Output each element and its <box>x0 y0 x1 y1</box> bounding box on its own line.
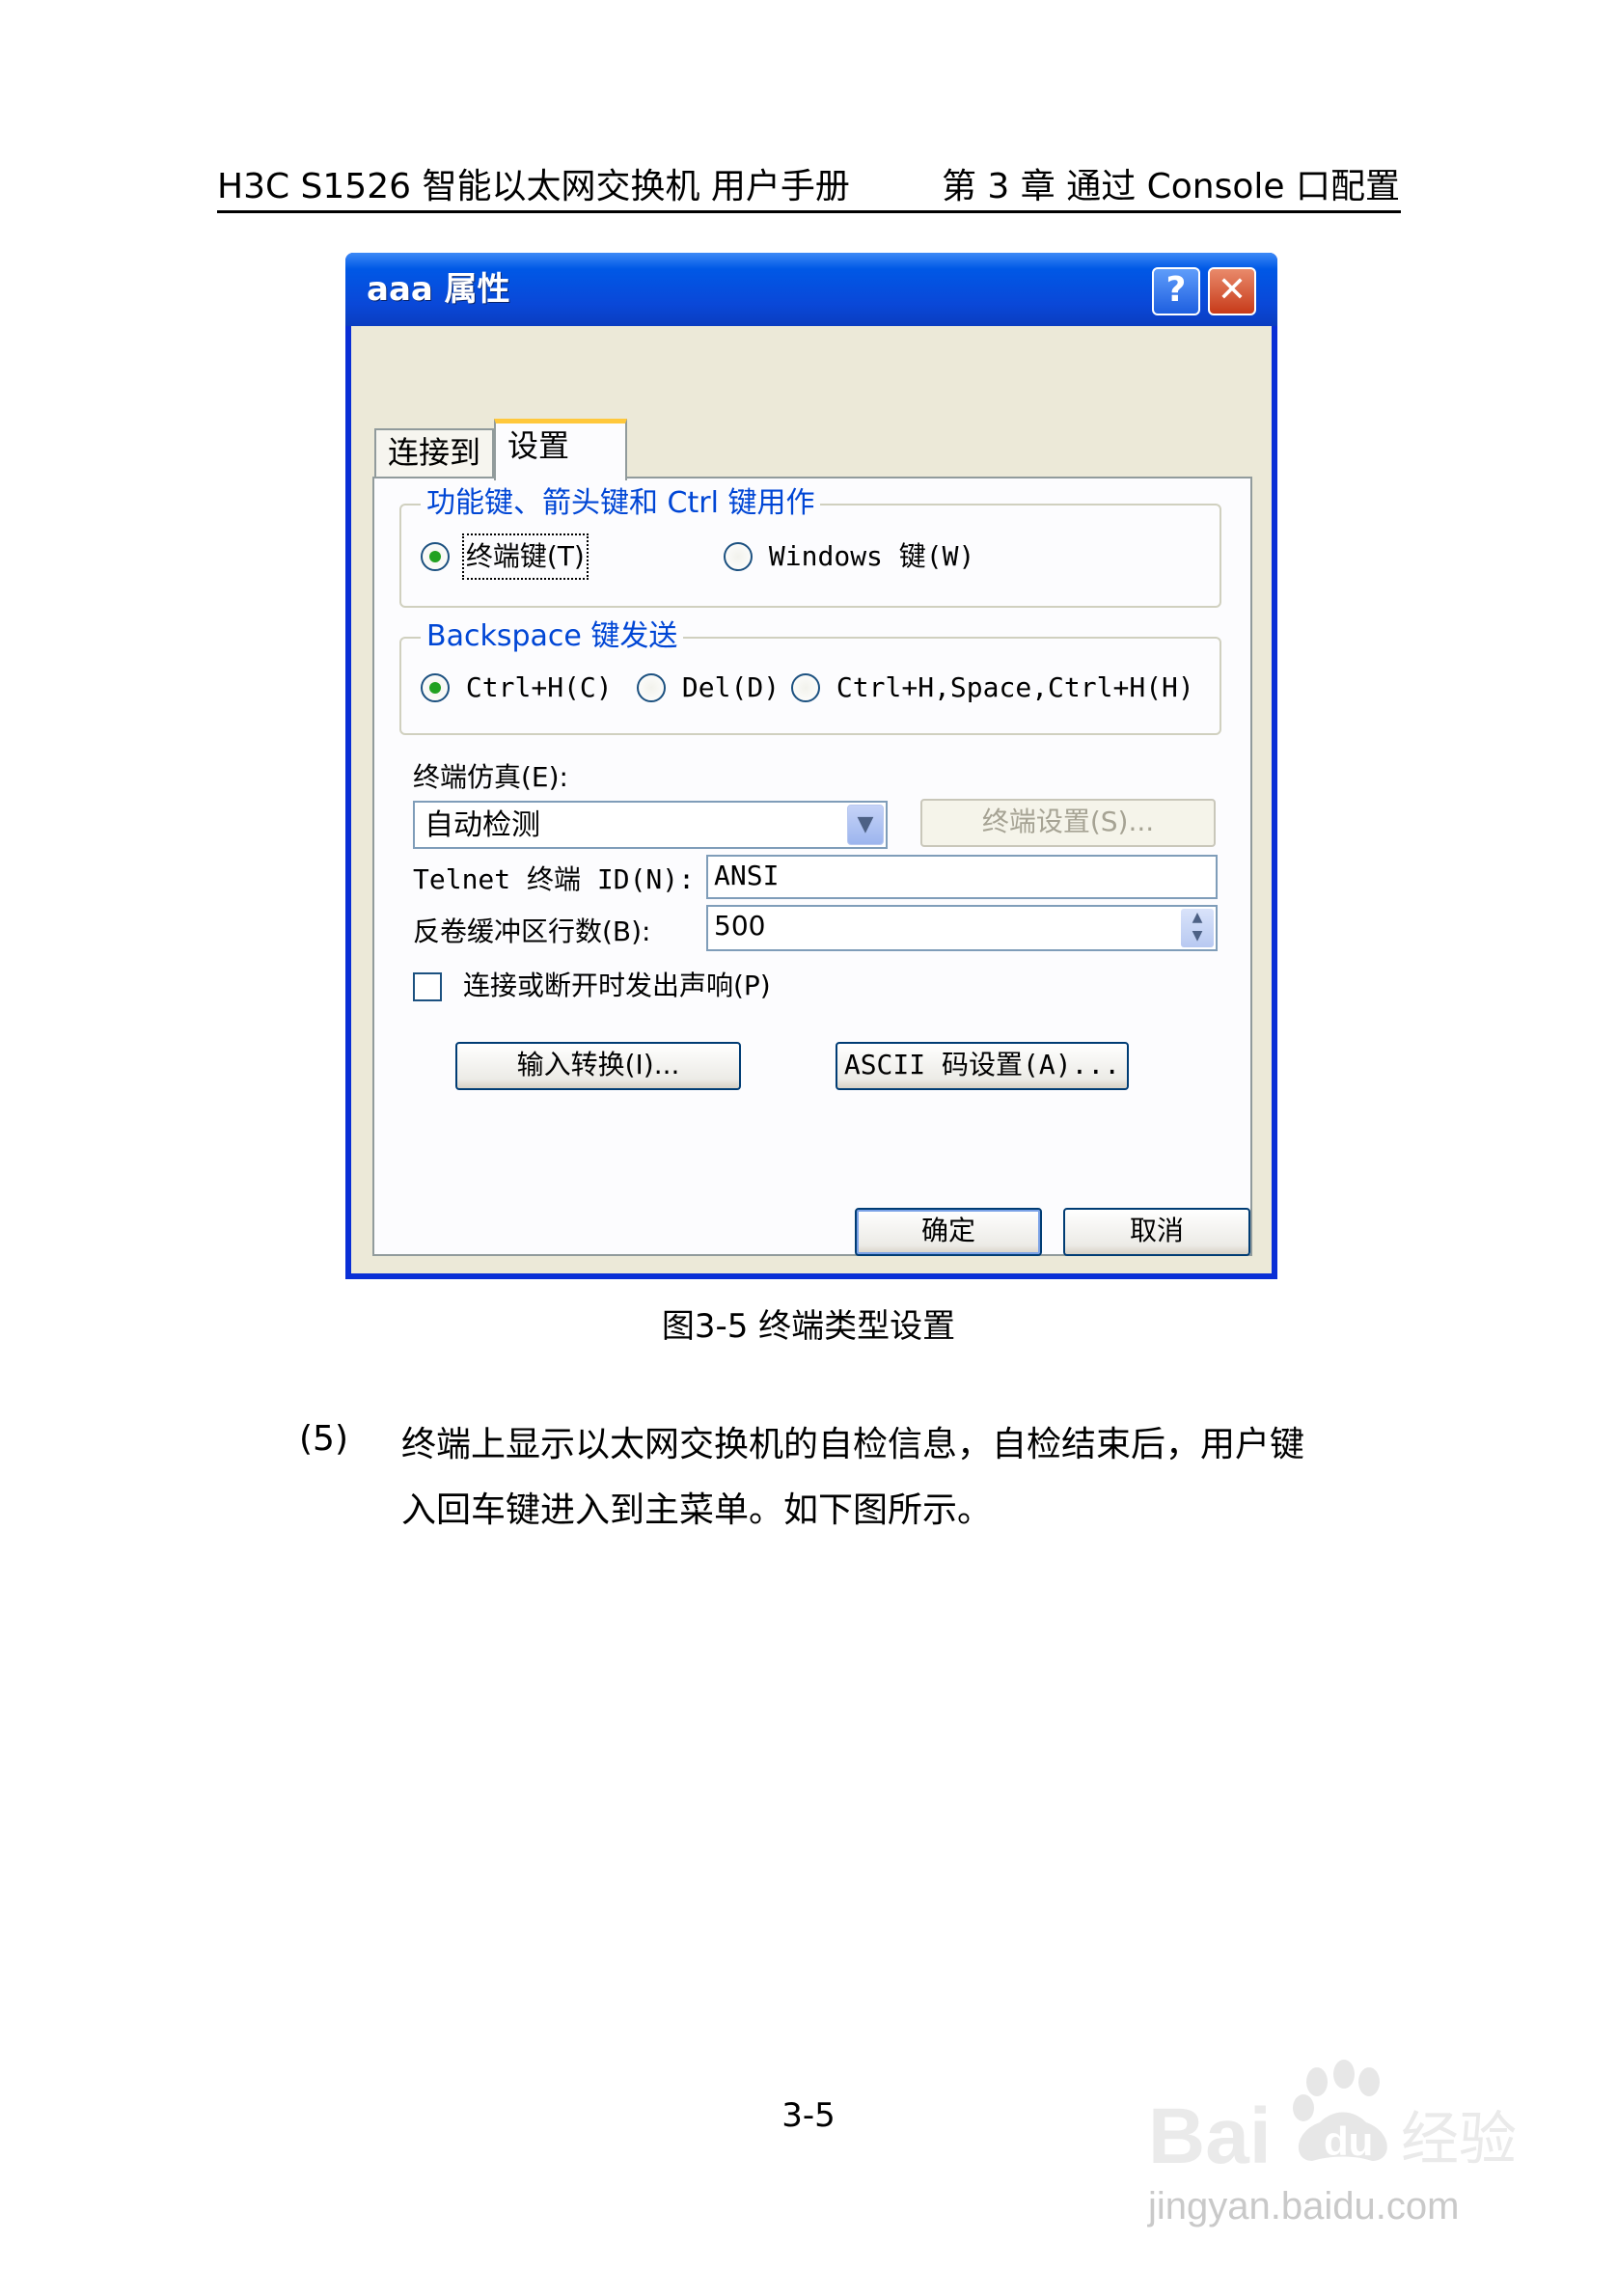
radio-unchecked-icon <box>791 673 820 702</box>
radio-unchecked-icon <box>724 542 753 571</box>
tab-connect[interactable]: 连接到 <box>374 428 494 478</box>
ok-button[interactable]: 确定 <box>855 1208 1042 1256</box>
baidu-jingyan-watermark-logo: Bai du 经验 <box>1148 2060 1517 2180</box>
radio-ctrl-h-space[interactable]: Ctrl+H,Space,Ctrl+H(H) <box>791 668 1194 706</box>
spinner-arrows-icon[interactable]: ▲ ▼ <box>1181 909 1214 947</box>
dialog-client: 连接到 设置 功能键、箭头键和 Ctrl 键用作 终端键(T) Windows … <box>351 326 1272 1273</box>
radio-checked-icon <box>421 673 450 702</box>
tab-settings[interactable]: 设置 <box>494 419 627 480</box>
properties-dialog: aaa 属性 ? ✕ 连接到 设置 功能键、箭头键和 Ctrl 键用作 终端键(… <box>345 253 1277 1279</box>
buffer-rows-label: 反卷缓冲区行数(B): <box>413 916 651 947</box>
svg-text:经验: 经验 <box>1401 2106 1517 2173</box>
step-line-1: 终端上显示以太网交换机的自检信息，自检结束后，用户键 <box>401 1425 1305 1464</box>
header-rule <box>217 210 1401 213</box>
beep-label: 连接或断开时发出声响(P) <box>463 970 771 1001</box>
radio-ctrl-h[interactable]: Ctrl+H(C) <box>421 668 613 706</box>
radio-unchecked-icon <box>637 673 666 702</box>
chevron-down-icon[interactable]: ▼ <box>847 805 884 845</box>
svg-text:du: du <box>1324 2118 1373 2164</box>
header-right: 第 3 章 通过 Console 口配置 <box>941 167 1400 206</box>
ascii-setup-button[interactable]: ASCII 码设置(A)... <box>836 1042 1129 1090</box>
backspace-group-title: Backspace 键发送 <box>421 615 684 658</box>
step-line-2: 入回车键进入到主菜单。如下图所示。 <box>401 1490 993 1530</box>
beep-checkbox[interactable] <box>413 972 442 1001</box>
close-icon[interactable]: ✕ <box>1208 267 1256 315</box>
telnet-id-field[interactable]: ANSI <box>706 855 1218 899</box>
emulation-value: 自动检测 <box>425 808 540 842</box>
telnet-id-label: Telnet 终端 ID(N): <box>413 863 696 895</box>
radio-checked-icon <box>421 542 450 571</box>
input-translation-button[interactable]: 输入转换(I)... <box>455 1042 741 1090</box>
backspace-group: Backspace 键发送 Ctrl+H(C) Del(D) Ctrl+H,Sp… <box>399 615 1221 735</box>
radio-windows-keys[interactable]: Windows 键(W) <box>724 536 974 575</box>
radio-label: Windows 键(W) <box>768 540 975 572</box>
watermark-url: jingyan.baidu.com <box>1148 2185 1460 2228</box>
figure-caption: 图3-5 终端类型设置 <box>661 1307 956 1346</box>
settings-panel: 功能键、箭头键和 Ctrl 键用作 终端键(T) Windows 键(W) Ba… <box>372 477 1252 1256</box>
dialog-title: aaa 属性 <box>367 270 510 309</box>
radio-label: Ctrl+H(C) <box>465 671 613 703</box>
svg-text:Bai: Bai <box>1148 2092 1272 2180</box>
terminal-settings-button[interactable]: 终端设置(S)... <box>920 799 1216 847</box>
buffer-rows-value: 500 <box>714 910 766 942</box>
step-paragraph: 终端上显示以太网交换机的自检信息，自检结束后，用户键 入回车键进入到主菜单。如下… <box>401 1412 1405 1544</box>
step-number: (5) <box>299 1419 348 1459</box>
help-icon[interactable]: ? <box>1152 267 1200 315</box>
radio-label: 终端键(T) <box>461 533 589 580</box>
radio-label: Del(D) <box>681 671 781 703</box>
dialog-title-bar[interactable]: aaa 属性 ? ✕ <box>345 253 1277 326</box>
radio-del[interactable]: Del(D) <box>637 668 780 706</box>
radio-terminal-keys[interactable]: 终端键(T) <box>421 533 589 580</box>
buffer-rows-stepper[interactable]: 500 ▲ ▼ <box>706 905 1218 951</box>
radio-label: Ctrl+H,Space,Ctrl+H(H) <box>836 671 1194 703</box>
emulation-label: 终端仿真(E): <box>413 761 568 793</box>
cancel-button[interactable]: 取消 <box>1063 1208 1250 1256</box>
emulation-select[interactable]: 自动检测 ▼ <box>413 801 888 849</box>
function-keys-group-title: 功能键、箭头键和 Ctrl 键用作 <box>421 482 821 525</box>
header-left: H3C S1526 智能以太网交换机 用户手册 <box>217 167 850 206</box>
function-keys-group: 功能键、箭头键和 Ctrl 键用作 终端键(T) Windows 键(W) <box>399 482 1221 608</box>
